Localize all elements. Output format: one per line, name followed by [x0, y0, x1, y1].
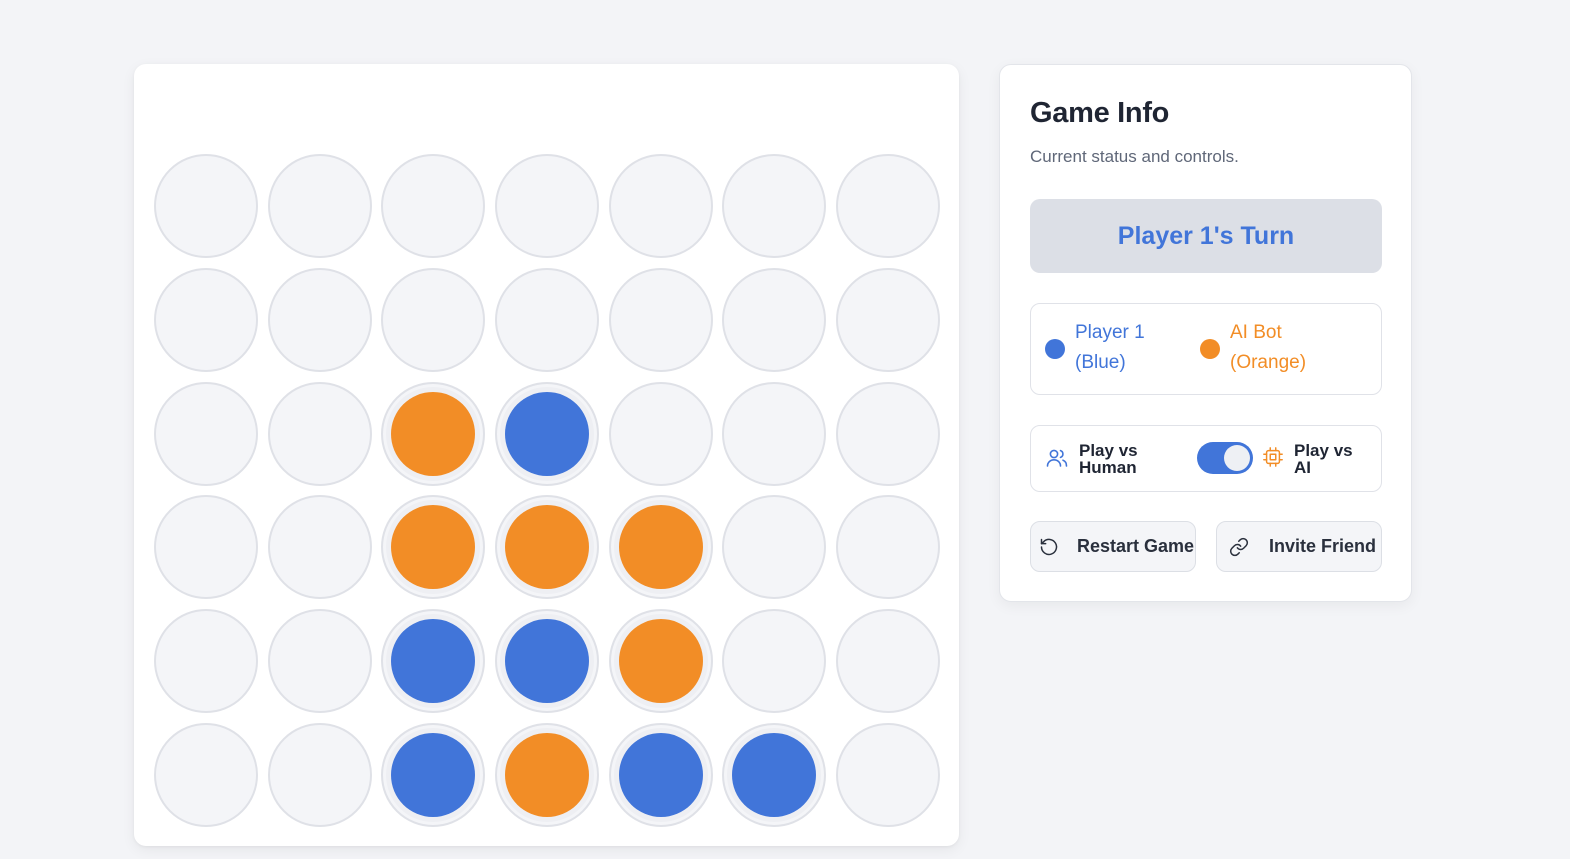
- board-cell-r1-c1[interactable]: [154, 154, 258, 258]
- board-cell-r4-c3[interactable]: [381, 495, 486, 600]
- ai-mode-toggle[interactable]: [1197, 442, 1253, 474]
- player1-legend-color: (Blue): [1075, 352, 1126, 373]
- ai-legend-color: (Orange): [1230, 352, 1307, 373]
- board-cell-r3-c4[interactable]: [495, 381, 600, 486]
- game-info-title: Game Info: [1030, 97, 1170, 129]
- board-cell-r4-c2[interactable]: [267, 495, 372, 600]
- board-cell-r3-c2[interactable]: [267, 381, 372, 486]
- board-cell-r5-c7[interactable]: [836, 609, 941, 714]
- board-cell-r6-c4[interactable]: [495, 722, 600, 827]
- board-cell-r1-c3[interactable]: [381, 154, 486, 258]
- board-cell-r3-c1[interactable]: [154, 381, 258, 486]
- board-cell-r2-c4[interactable]: [495, 267, 600, 372]
- game-mode-selector: Play vs Human Play vs AI: [1030, 425, 1382, 492]
- board-cell-r3-c7[interactable]: [836, 381, 941, 486]
- toggle-knob: [1224, 445, 1250, 471]
- board-cell-r3-c6[interactable]: [722, 381, 827, 486]
- board-cell-r6-c3[interactable]: [381, 722, 486, 827]
- board-cell-r6-c1[interactable]: [154, 722, 258, 827]
- player1-legend-label: Player 1 (Blue): [1075, 318, 1195, 378]
- play-vs-ai-label[interactable]: Play vs AI: [1294, 442, 1364, 476]
- rotate-ccw-icon: [1039, 537, 1059, 557]
- board-cell-r2-c6[interactable]: [722, 267, 827, 372]
- users-icon: [1045, 446, 1069, 475]
- ai-disc: [391, 391, 476, 476]
- ai-disc: [391, 505, 476, 590]
- board-cell-r2-c3[interactable]: [381, 267, 486, 372]
- board-cell-r2-c2[interactable]: [267, 267, 372, 372]
- turn-indicator: Player 1's Turn: [1030, 199, 1382, 273]
- restart-game-button[interactable]: Restart Game: [1030, 521, 1196, 572]
- ai-disc: [505, 732, 590, 817]
- game-info-subtitle: Current status and controls.: [1030, 147, 1239, 166]
- board-cell-r3-c5[interactable]: [608, 381, 713, 486]
- board-cell-r2-c5[interactable]: [608, 267, 713, 372]
- board-cell-r4-c1[interactable]: [154, 495, 258, 600]
- board-cell-r6-c5[interactable]: [608, 722, 713, 827]
- invite-friend-label: Invite Friend: [1269, 536, 1377, 556]
- ai-disc: [618, 505, 703, 590]
- player1-disc: [732, 732, 817, 817]
- play-vs-human-label[interactable]: Play vs Human: [1079, 442, 1149, 476]
- invite-friend-button[interactable]: Invite Friend: [1216, 521, 1382, 572]
- game-board-grid: [154, 154, 941, 827]
- player-legend: Player 1 (Blue) AI Bot (Orange): [1030, 303, 1382, 395]
- board-cell-r5-c2[interactable]: [267, 609, 372, 714]
- board-cell-r6-c7[interactable]: [836, 722, 941, 827]
- ai-disc: [505, 505, 590, 590]
- board-cell-r1-c5[interactable]: [608, 154, 713, 258]
- board-cell-r5-c1[interactable]: [154, 609, 258, 714]
- turn-indicator-text: Player 1's Turn: [1117, 221, 1295, 250]
- player1-disc: [618, 732, 703, 817]
- player1-color-dot: [1045, 339, 1065, 359]
- board-cell-r2-c7[interactable]: [836, 267, 941, 372]
- game-info-panel: Game Info Current status and controls. P…: [999, 64, 1412, 602]
- board-cell-r1-c2[interactable]: [267, 154, 372, 258]
- board-cell-r5-c4[interactable]: [495, 609, 600, 714]
- player1-legend-name: Player 1: [1075, 322, 1145, 343]
- board-cell-r5-c6[interactable]: [722, 609, 827, 714]
- board-cell-r2-c1[interactable]: [154, 267, 258, 372]
- board-cell-r3-c3[interactable]: [381, 381, 486, 486]
- board-cell-r1-c6[interactable]: [722, 154, 827, 258]
- board-cell-r4-c7[interactable]: [836, 495, 941, 600]
- player1-disc: [505, 391, 590, 476]
- board-cell-r6-c6[interactable]: [722, 722, 827, 827]
- board-cell-r4-c4[interactable]: [495, 495, 600, 600]
- board-cell-r1-c7[interactable]: [836, 154, 941, 258]
- ai-legend-name: AI Bot: [1230, 322, 1282, 343]
- player1-disc: [505, 619, 590, 704]
- board-cell-r5-c5[interactable]: [608, 609, 713, 714]
- board-cell-r4-c6[interactable]: [722, 495, 827, 600]
- player1-disc: [391, 732, 476, 817]
- board-cell-r5-c3[interactable]: [381, 609, 486, 714]
- player1-disc: [391, 619, 476, 704]
- ai-disc: [618, 619, 703, 704]
- ai-legend-label: AI Bot (Orange): [1230, 318, 1350, 378]
- ai-color-dot: [1200, 339, 1220, 359]
- board-cell-r4-c5[interactable]: [608, 495, 713, 600]
- board-cell-r1-c4[interactable]: [495, 154, 600, 258]
- restart-game-label: Restart Game: [1077, 536, 1195, 556]
- game-board-card: [134, 64, 959, 846]
- board-cell-r6-c2[interactable]: [267, 722, 372, 827]
- cpu-chip-icon: [1262, 446, 1284, 473]
- link-icon: [1229, 537, 1249, 557]
